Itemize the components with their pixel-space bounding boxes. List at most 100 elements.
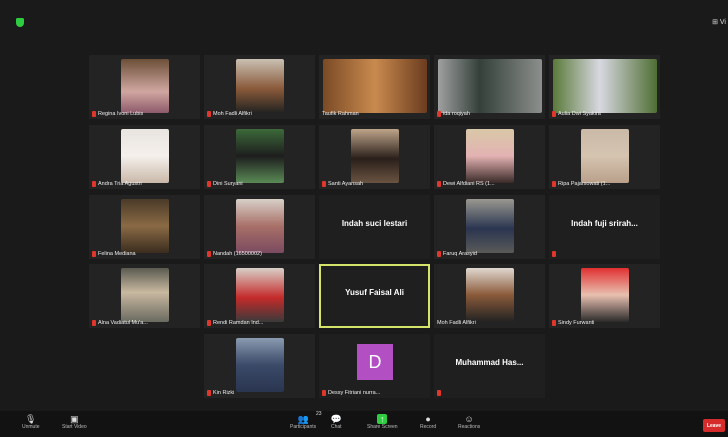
- participant-name: Moh Fadli Alfikri: [437, 320, 476, 326]
- participant-name: Moh Fadli Alfikri: [207, 111, 252, 117]
- smiley-icon: ☺: [464, 414, 474, 424]
- participant-tile[interactable]: Santi Ayansah: [319, 125, 430, 189]
- participant-name: Taufik Rahman: [322, 111, 359, 117]
- participant-photo: [322, 59, 427, 113]
- participant-tile[interactable]: Moh Fadli Alfikri: [204, 55, 315, 119]
- leave-button[interactable]: Leave: [703, 419, 725, 432]
- participant-photo: [465, 268, 514, 322]
- participant-name: Nandah (16500002): [207, 251, 262, 257]
- participant-name: Ripa Pajarsowati (1...: [552, 181, 610, 187]
- record-icon: ●: [425, 414, 431, 424]
- participant-name: [437, 390, 441, 396]
- muted-mic-icon: [552, 251, 556, 257]
- participant-name: Kin Rizki: [207, 390, 234, 396]
- active-speaker-tile[interactable]: Yusuf Faisal Ali: [319, 264, 430, 328]
- share-screen-button[interactable]: ↑ Share Screen: [367, 414, 398, 430]
- chat-button[interactable]: 💬 Chat: [330, 413, 342, 431]
- participant-tile[interactable]: Indah fuji srirah...: [549, 195, 660, 259]
- muted-mic-icon: [207, 111, 211, 117]
- participant-photo: [120, 268, 169, 322]
- participant-tile[interactable]: Nandah (16500002): [204, 195, 315, 259]
- muted-mic-icon: [437, 111, 441, 117]
- meeting-toolbar: 🎙 Unmute ▣ Start Video 👥 Participants 23…: [0, 411, 728, 437]
- video-off-icon: ▣: [70, 413, 79, 424]
- participant-display-name: Indah suci lestari: [341, 219, 408, 228]
- participant-name: [552, 251, 556, 257]
- participant-name: Dini Suryani: [207, 181, 243, 187]
- muted-mic-icon: [437, 251, 441, 257]
- participant-name: ida roqiyah: [437, 111, 470, 117]
- participant-tile[interactable]: D Dessy Fitriani nurra...: [319, 334, 430, 398]
- participant-tile[interactable]: Faruq Arasyid: [434, 195, 545, 259]
- muted-mic-icon: [322, 181, 326, 187]
- participant-display-name: Indah fuji srirah...: [571, 219, 638, 228]
- participants-count: 23: [316, 411, 322, 417]
- participant-tile[interactable]: Kin Rizki: [204, 334, 315, 398]
- participant-name: Andra Tria Agustri: [92, 181, 142, 187]
- participant-photo: [235, 268, 284, 322]
- chat-icon: 💬: [330, 413, 342, 424]
- participant-tile[interactable]: Muhammad Has...: [434, 334, 545, 398]
- participant-name: Dewi Alfdiani RS (1...: [437, 181, 495, 187]
- muted-mic-icon: [92, 181, 96, 187]
- muted-mic-icon: [92, 111, 96, 117]
- muted-mic-icon: [207, 390, 211, 396]
- muted-mic-icon: [552, 320, 556, 326]
- record-button[interactable]: ● Record: [420, 414, 436, 430]
- participant-tile[interactable]: Moh Fadli Alfikri: [434, 264, 545, 328]
- share-screen-icon: ↑: [377, 414, 388, 424]
- participant-name: Dessy Fitriani nurra...: [322, 390, 380, 396]
- participant-photo: [120, 199, 169, 253]
- participant-photo: [235, 59, 284, 113]
- reactions-button[interactable]: ☺ Reactions: [458, 414, 480, 430]
- participant-tile[interactable]: Dini Suryani: [204, 125, 315, 189]
- participant-photo: [552, 59, 657, 113]
- participant-photo: [120, 129, 169, 183]
- muted-mic-icon: [437, 390, 441, 396]
- participant-photo: [437, 59, 542, 113]
- participant-tile[interactable]: Andra Tria Agustri: [89, 125, 200, 189]
- participant-photo: [465, 199, 514, 253]
- muted-mic-icon: [552, 181, 556, 187]
- participant-tile[interactable]: Regina Ivoni Lubis: [89, 55, 200, 119]
- participant-name: Santi Ayansah: [322, 181, 363, 187]
- participant-tile[interactable]: Felina Mediana: [89, 195, 200, 259]
- avatar: D: [357, 344, 393, 380]
- participant-tile[interactable]: Taufik Rahman: [319, 55, 430, 119]
- participants-button[interactable]: 👥 Participants: [290, 413, 316, 431]
- people-icon: 👥: [297, 413, 309, 424]
- participant-tile[interactable]: Dewi Alfdiani RS (1...: [434, 125, 545, 189]
- participant-photo: [235, 338, 284, 392]
- unmute-button[interactable]: 🎙 Unmute: [22, 413, 40, 431]
- participant-name: Aulia Dwi Syakira: [552, 111, 601, 117]
- participant-photo: [235, 199, 284, 253]
- participant-display-name: Muhammad Has...: [455, 358, 524, 367]
- participant-name: Felina Mediana: [92, 251, 136, 257]
- participant-photo: [465, 129, 514, 183]
- participant-tile[interactable]: Rendi Ramdan Ind...: [204, 264, 315, 328]
- muted-mic-icon: [207, 320, 211, 326]
- muted-mic-icon: [552, 111, 556, 117]
- muted-mic-icon: [437, 181, 441, 187]
- participant-tile[interactable]: ida roqiyah: [434, 55, 545, 119]
- participant-tile[interactable]: Aulia Dwi Syakira: [549, 55, 660, 119]
- muted-mic-icon: 🎙: [25, 413, 37, 424]
- muted-mic-icon: [92, 320, 96, 326]
- muted-mic-icon: [322, 390, 326, 396]
- participant-name: Regina Ivoni Lubis: [92, 111, 143, 117]
- participant-name: Faruq Arasyid: [437, 251, 477, 257]
- participant-name: Alna Vadiatul Mu'a...: [92, 320, 148, 326]
- start-video-button[interactable]: ▣ Start Video: [62, 413, 87, 431]
- participant-display-name: Yusuf Faisal Ali: [345, 288, 404, 297]
- participant-tile[interactable]: Sindy Furwanti: [549, 264, 660, 328]
- participant-name: Sindy Furwanti: [552, 320, 594, 326]
- participant-tile[interactable]: Indah suci lestari: [319, 195, 430, 259]
- participant-photo: [120, 59, 169, 113]
- participant-tile[interactable]: Ripa Pajarsowati (1...: [549, 125, 660, 189]
- muted-mic-icon: [92, 251, 96, 257]
- participant-photo: [580, 129, 629, 183]
- participant-photo: [350, 129, 399, 183]
- muted-mic-icon: [207, 181, 211, 187]
- participant-name: Rendi Ramdan Ind...: [207, 320, 263, 326]
- participant-tile[interactable]: Alna Vadiatul Mu'a...: [89, 264, 200, 328]
